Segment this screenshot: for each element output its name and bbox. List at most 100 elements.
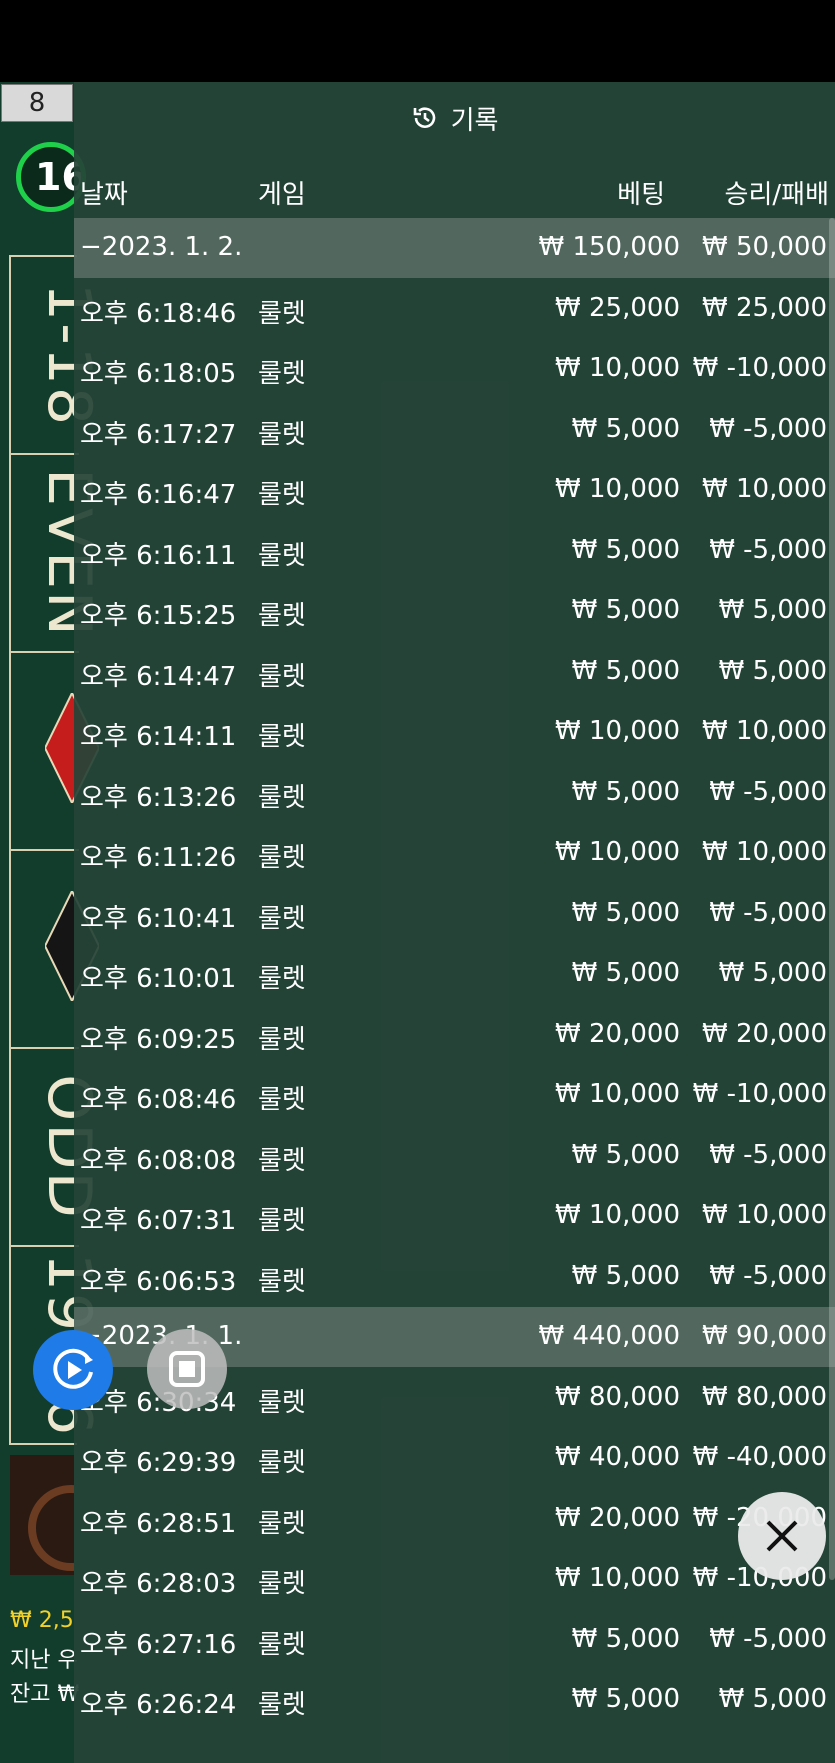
row-bet: ₩ 10,000	[555, 1200, 680, 1230]
history-row[interactable]: 오후 6:14:11 룰렛 ₩ 10,000 ₩ 10,000	[74, 702, 835, 762]
close-button[interactable]	[738, 1492, 826, 1580]
row-result: ₩ 5,000	[718, 595, 827, 625]
row-result: ₩ -10,000	[692, 353, 827, 383]
history-row[interactable]: 오후 6:10:41 룰렛 ₩ 5,000 ₩ -5,000	[74, 884, 835, 944]
history-row[interactable]: 오후 6:18:46 룰렛 ₩ 25,000 ₩ 25,000	[74, 279, 835, 339]
date-group-row[interactable]: −2023. 1. 2. ₩ 150,000 ₩ 50,000	[74, 218, 835, 278]
header-game: 게임	[258, 180, 306, 210]
row-bet: ₩ 5,000	[571, 1139, 680, 1170]
row-game: 룰렛	[258, 782, 306, 813]
row-bet: ₩ 80,000	[555, 1381, 680, 1412]
history-row[interactable]: 오후 6:27:16 룰렛 ₩ 5,000 ₩ -5,000	[74, 1610, 835, 1670]
last-number-tab: 8	[1, 84, 73, 122]
panel-title: 기록	[74, 82, 835, 154]
row-game: 룰렛	[258, 298, 306, 329]
history-row[interactable]: 오후 6:16:11 룰렛 ₩ 5,000 ₩ -5,000	[74, 521, 835, 581]
row-time: 오후 6:16:11	[80, 540, 237, 571]
row-time: 오후 6:08:46	[80, 1085, 237, 1115]
row-time: 오후 6:06:53	[80, 1266, 237, 1297]
row-result: ₩ 10,000	[702, 837, 827, 867]
row-result: ₩ 25,000	[702, 292, 827, 323]
bet-even[interactable]: EVEN	[11, 455, 104, 653]
row-result: ₩ -5,000	[709, 534, 827, 565]
history-row[interactable]: 오후 6:18:05 룰렛 ₩ 10,000 ₩ -10,000	[74, 339, 835, 399]
outside-bets-column: 1-18 EVEN ODD 19-36	[9, 255, 104, 1445]
stop-icon	[169, 1351, 205, 1387]
row-game: 룰렛	[258, 540, 306, 571]
row-game: 룰렛	[258, 1629, 306, 1660]
history-row[interactable]: 오후 6:11:26 룰렛 ₩ 10,000 ₩ 10,000	[74, 823, 835, 883]
row-time: 오후 6:28:51	[80, 1508, 237, 1539]
row-result: ₩ -5,000	[709, 1260, 827, 1291]
row-game: 룰렛	[258, 359, 306, 389]
row-bet: ₩ 10,000	[555, 716, 680, 746]
history-panel: 기록 날짜 게임 베팅 승리/패배 −2023. 1. 2. ₩ 150,000 ₩…	[74, 82, 835, 1763]
row-game: 룰렛	[258, 419, 306, 450]
bet-red[interactable]	[11, 653, 99, 851]
row-result: ₩ -5,000	[709, 413, 827, 444]
row-time: 오후 6:14:47	[80, 661, 237, 692]
history-icon	[413, 107, 435, 128]
replay-button[interactable]	[33, 1330, 113, 1410]
header-date: 날짜	[80, 180, 128, 210]
history-row[interactable]: 오후 6:10:01 룰렛 ₩ 5,000 ₩ 5,000	[74, 944, 835, 1004]
row-time: 오후 6:18:46	[80, 298, 237, 329]
history-row[interactable]: 오후 6:09:25 룰렛 ₩ 20,000 ₩ 20,000	[74, 1005, 835, 1065]
history-row[interactable]: 오후 6:08:08 룰렛 ₩ 5,000 ₩ -5,000	[74, 1126, 835, 1186]
row-result: ₩ -5,000	[709, 776, 827, 807]
row-time: 오후 6:29:39	[80, 1448, 237, 1478]
bet-1-18[interactable]: 1-18	[11, 257, 104, 455]
row-bet: ₩ 10,000	[555, 837, 680, 867]
row-time: 오후 6:26:24	[80, 1690, 237, 1720]
row-result: ₩ 10,000	[702, 1200, 827, 1230]
history-row[interactable]: 오후 6:13:26 룰렛 ₩ 5,000 ₩ -5,000	[74, 763, 835, 823]
balance-snippet: ₩ 2,5	[10, 1608, 74, 1633]
row-bet: ₩ 5,000	[571, 1684, 680, 1714]
history-row[interactable]: 오후 6:08:46 룰렛 ₩ 10,000 ₩ -10,000	[74, 1065, 835, 1125]
history-row[interactable]: 오후 6:28:51룰렛₩ 20,000₩ -20,000	[74, 1489, 835, 1549]
history-row[interactable]: 오후 6:16:47 룰렛 ₩ 10,000 ₩ 10,000	[74, 460, 835, 520]
bet-black[interactable]	[11, 851, 99, 1049]
game-thumbnail[interactable]	[10, 1455, 74, 1575]
last-win-snippet: 지난 우	[10, 1648, 78, 1673]
row-result: ₩ 5,000	[718, 655, 827, 686]
scrollbar[interactable]	[829, 218, 835, 1580]
row-bet: ₩ 5,000	[571, 958, 680, 988]
group-bet-total: ₩ 440,000	[538, 1321, 681, 1351]
row-time: 오후 6:09:25	[80, 1024, 237, 1055]
row-bet: ₩ 10,000	[555, 1079, 680, 1109]
row-bet: ₩ 25,000	[555, 292, 680, 323]
stop-button[interactable]	[147, 1329, 227, 1409]
group-result-total: ₩ 50,000	[702, 232, 827, 262]
row-result: ₩ 20,000	[702, 1018, 827, 1049]
row-time: 오후 6:13:26	[80, 782, 237, 813]
history-row[interactable]: 오후 6:28:03 룰렛 ₩ 10,000 ₩ -10,000	[74, 1549, 835, 1609]
row-game: 룰렛	[258, 903, 306, 934]
row-bet: ₩ 10,000	[555, 353, 680, 383]
history-row[interactable]: 오후 6:15:25 룰렛 ₩ 5,000 ₩ 5,000	[74, 581, 835, 641]
history-row[interactable]: 오후 6:06:53 룰렛 ₩ 5,000 ₩ -5,000	[74, 1247, 835, 1307]
row-bet: ₩ 40,000	[555, 1442, 680, 1472]
history-row[interactable]: 오후 6:17:27 룰렛 ₩ 5,000 ₩ -5,000	[74, 400, 835, 460]
row-bet: ₩ 5,000	[571, 1623, 680, 1654]
history-row[interactable]: 오후 6:26:24 룰렛 ₩ 5,000 ₩ 5,000	[74, 1670, 835, 1730]
row-bet: ₩ 5,000	[571, 413, 680, 444]
history-row[interactable]: 오후 6:29:39 룰렛 ₩ 40,000 ₩ -40,000	[74, 1428, 835, 1488]
row-result: ₩ 10,000	[702, 474, 827, 504]
row-time: 오후 6:14:11	[80, 722, 237, 752]
bet-odd[interactable]: ODD	[11, 1049, 104, 1247]
row-result: ₩ -5,000	[709, 1623, 827, 1654]
row-result: ₩ -5,000	[709, 1139, 827, 1170]
row-bet: ₩ 5,000	[571, 897, 680, 928]
row-result: ₩ 10,000	[702, 716, 827, 746]
row-result: ₩ -10,000	[692, 1079, 827, 1109]
row-result: ₩ -40,000	[692, 1442, 827, 1472]
row-bet: ₩ 5,000	[571, 534, 680, 565]
history-row[interactable]: 오후 6:07:31 룰렛 ₩ 10,000 ₩ 10,000	[74, 1186, 835, 1246]
row-result: ₩ 5,000	[718, 958, 827, 988]
history-row[interactable]: 오후 6:14:47 룰렛 ₩ 5,000 ₩ 5,000	[74, 642, 835, 702]
row-time: 오후 6:16:47	[80, 480, 237, 510]
row-time: 오후 6:27:16	[80, 1629, 237, 1660]
row-game: 룰렛	[258, 1024, 306, 1055]
group-bet-total: ₩ 150,000	[538, 232, 681, 262]
